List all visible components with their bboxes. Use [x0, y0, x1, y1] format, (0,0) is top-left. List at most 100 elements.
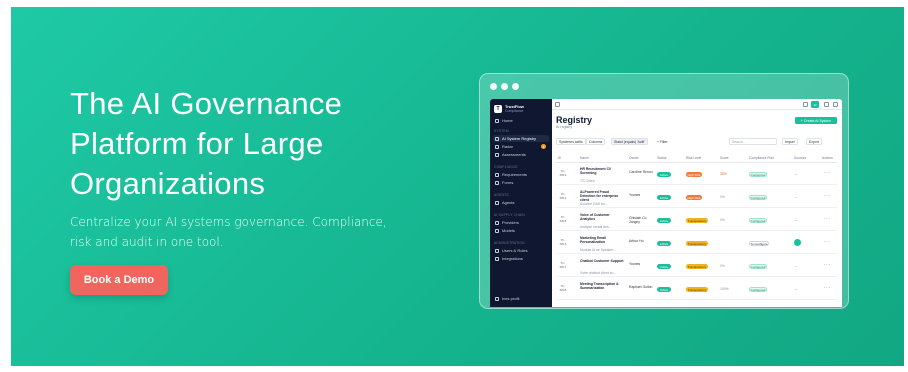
integrations-icon — [495, 256, 499, 261]
window-dot-icon — [512, 83, 519, 90]
brand-logo-icon: T — [494, 104, 502, 113]
settings-icon[interactable] — [824, 102, 829, 107]
provider-icon — [495, 220, 499, 225]
column-header-name[interactable]: Name — [580, 156, 589, 160]
sources-cell: — — [795, 218, 799, 222]
status-badge: Active — [657, 218, 671, 223]
table-row[interactable]: TF- 6816 Marketing Email Personalization Mo… — [556, 233, 837, 254]
system-description: Solution RAS bs... — [580, 202, 608, 206]
brand: T TrustFlow Compliance — [494, 104, 524, 113]
table-row[interactable]: TF- 6815 Voice of Customer Analytics Analys… — [556, 210, 837, 231]
id-number: 6815 — [559, 218, 567, 223]
app-sidebar: T TrustFlow Compliance Home SYSTEM AI Sy… — [490, 99, 552, 307]
column-header-status[interactable]: Status — [657, 156, 666, 160]
compliance-plan-badge[interactable]: Configured — [749, 287, 767, 292]
export-button[interactable]: Export — [806, 138, 822, 145]
row-actions-button[interactable]: ··· — [824, 239, 831, 245]
sidebar-item-providers[interactable]: Providers — [493, 219, 549, 226]
system-name[interactable]: Marketing Email Personalization — [580, 236, 624, 244]
owner-cell: Ghislain Co Jongny — [629, 216, 647, 225]
risk-badge: High Risk — [686, 172, 702, 177]
compliance-plan-badge[interactable]: Configured — [749, 218, 767, 223]
columns-button[interactable]: Columns — [586, 138, 606, 145]
sidebar-item-assessments[interactable]: Assessments — [493, 151, 549, 158]
system-name[interactable]: Chatbot Customer Support — [580, 259, 624, 263]
column-header-score[interactable]: Score — [720, 156, 729, 160]
column-header-risk-level[interactable]: Risk Level — [686, 156, 701, 160]
grid-icon[interactable] — [803, 102, 808, 107]
radar-icon — [495, 144, 499, 149]
sidebar-item-ai-system-registry[interactable]: AI System Registry — [493, 135, 549, 142]
breadcrumb[interactable]: AI registry — [556, 125, 572, 129]
sidebar-item-agents[interactable]: Agents — [493, 199, 549, 206]
sidebar-item-radar[interactable]: Radar 3 — [493, 143, 549, 150]
model-icon — [495, 228, 499, 233]
sidebar-user-profile[interactable]: Ines profil — [493, 295, 549, 302]
row-actions-button[interactable]: ··· — [824, 193, 831, 199]
compliance-plan-badge[interactable]: Configured — [749, 195, 767, 200]
sources-cell: — — [795, 264, 799, 268]
row-actions-button[interactable]: ··· — [824, 285, 831, 291]
column-header-compliance-plan[interactable]: Compliance Plan — [749, 156, 774, 160]
sidebar-item-integrations[interactable]: Integrations — [493, 255, 549, 262]
active-filter-chip[interactable]: Statut (equals) 'Actif' — [611, 138, 648, 145]
table-row[interactable]: TF- 6813 AI-Powered Fraud Detection for en… — [556, 187, 837, 208]
create-ai-system-button[interactable]: + Create AI System — [795, 117, 837, 124]
table-row[interactable]: TF- 6818 Meeting Transcription & Summariza… — [556, 279, 837, 300]
table-row[interactable]: TF- 6817 Chatbot Customer Support Votre cha… — [556, 256, 837, 277]
app-screenshot: T TrustFlow Compliance Home SYSTEM AI Sy… — [490, 99, 842, 307]
sidebar-section-administration: ADMINISTRATION — [494, 241, 525, 245]
sources-cell: — — [795, 195, 799, 199]
sidebar-item-users-roles[interactable]: Users & Roles — [493, 247, 549, 254]
requirements-icon — [495, 172, 499, 177]
users-icon — [495, 248, 499, 253]
page-title: Registry — [556, 115, 593, 125]
id-cell: TF- 6815 — [557, 215, 569, 223]
hero-subtext: Centralize your AI systems governance. C… — [70, 215, 387, 249]
logout-icon[interactable] — [833, 102, 838, 107]
table-row[interactable]: TF- 6812 HR Recruitment CV Screening TG Cri… — [556, 164, 837, 185]
system-description: Votre chatbot client su... — [580, 271, 617, 275]
book-demo-button[interactable]: Book a Demo — [70, 265, 168, 295]
column-header-id[interactable]: ID — [558, 156, 561, 160]
sidebar-item-home[interactable]: Home — [493, 117, 549, 124]
system-name[interactable]: Voice of Customer Analytics — [580, 213, 624, 221]
sidebar-item-forms[interactable]: Forms — [493, 179, 549, 186]
sources-cell: — — [795, 287, 799, 291]
avatar[interactable]: AI — [811, 101, 819, 108]
assessment-icon — [495, 152, 499, 157]
compliance-plan-badge[interactable]: Configured — [749, 172, 767, 177]
compliance-plan-badge[interactable]: To Configure — [749, 241, 769, 246]
hero-section: The AI Governance Platform for Large Org… — [11, 7, 904, 366]
compliance-plan-badge[interactable]: Configured — [749, 264, 767, 269]
id-number: 6813 — [559, 195, 567, 200]
sidebar-item-requirements[interactable]: Requirements — [493, 171, 549, 178]
risk-badge: High Risk — [686, 195, 702, 200]
system-name[interactable]: Meeting Transcription & Summarization — [580, 282, 624, 290]
sidebar-toggle-icon[interactable] — [555, 102, 560, 107]
system-name[interactable]: HR Recruitment CV Screening — [580, 167, 624, 175]
systems-filter-select[interactable]: Systèmes actifs — [556, 138, 586, 145]
sidebar-section-compliance: COMPLIANCE — [494, 165, 518, 169]
row-actions-button[interactable]: ··· — [824, 262, 831, 268]
owner-cell: Raphael Gullon — [629, 285, 653, 289]
home-icon — [495, 118, 499, 123]
column-header-sources[interactable]: Sources — [794, 156, 806, 160]
search-input[interactable]: Search... — [729, 138, 777, 145]
system-description: Analyse verbal des... — [580, 225, 612, 229]
sidebar-item-models[interactable]: Models — [493, 227, 549, 234]
row-actions-button[interactable]: ··· — [824, 170, 831, 176]
window-dot-icon — [501, 83, 508, 90]
column-header-owner[interactable]: Owner — [629, 156, 639, 160]
system-name[interactable]: AI-Powered Fraud Detection for enterpris… — [580, 190, 624, 203]
owner-cell: Younes — [629, 193, 641, 197]
import-button[interactable]: Import — [782, 138, 798, 145]
filter-bar: Systèmes actifs Columns Statut (equals) … — [556, 138, 837, 146]
row-actions-button[interactable]: ··· — [824, 216, 831, 222]
status-badge: Active — [657, 172, 671, 177]
source-avatar-icon[interactable] — [794, 239, 801, 246]
sidebar-section-supply-chain: AI SUPPLY CHAIN — [494, 213, 525, 217]
add-filter-button[interactable]: + Filter — [655, 138, 669, 145]
risk-badge: Transparency — [686, 264, 708, 269]
owner-cell: Caroline Renou — [629, 170, 653, 174]
